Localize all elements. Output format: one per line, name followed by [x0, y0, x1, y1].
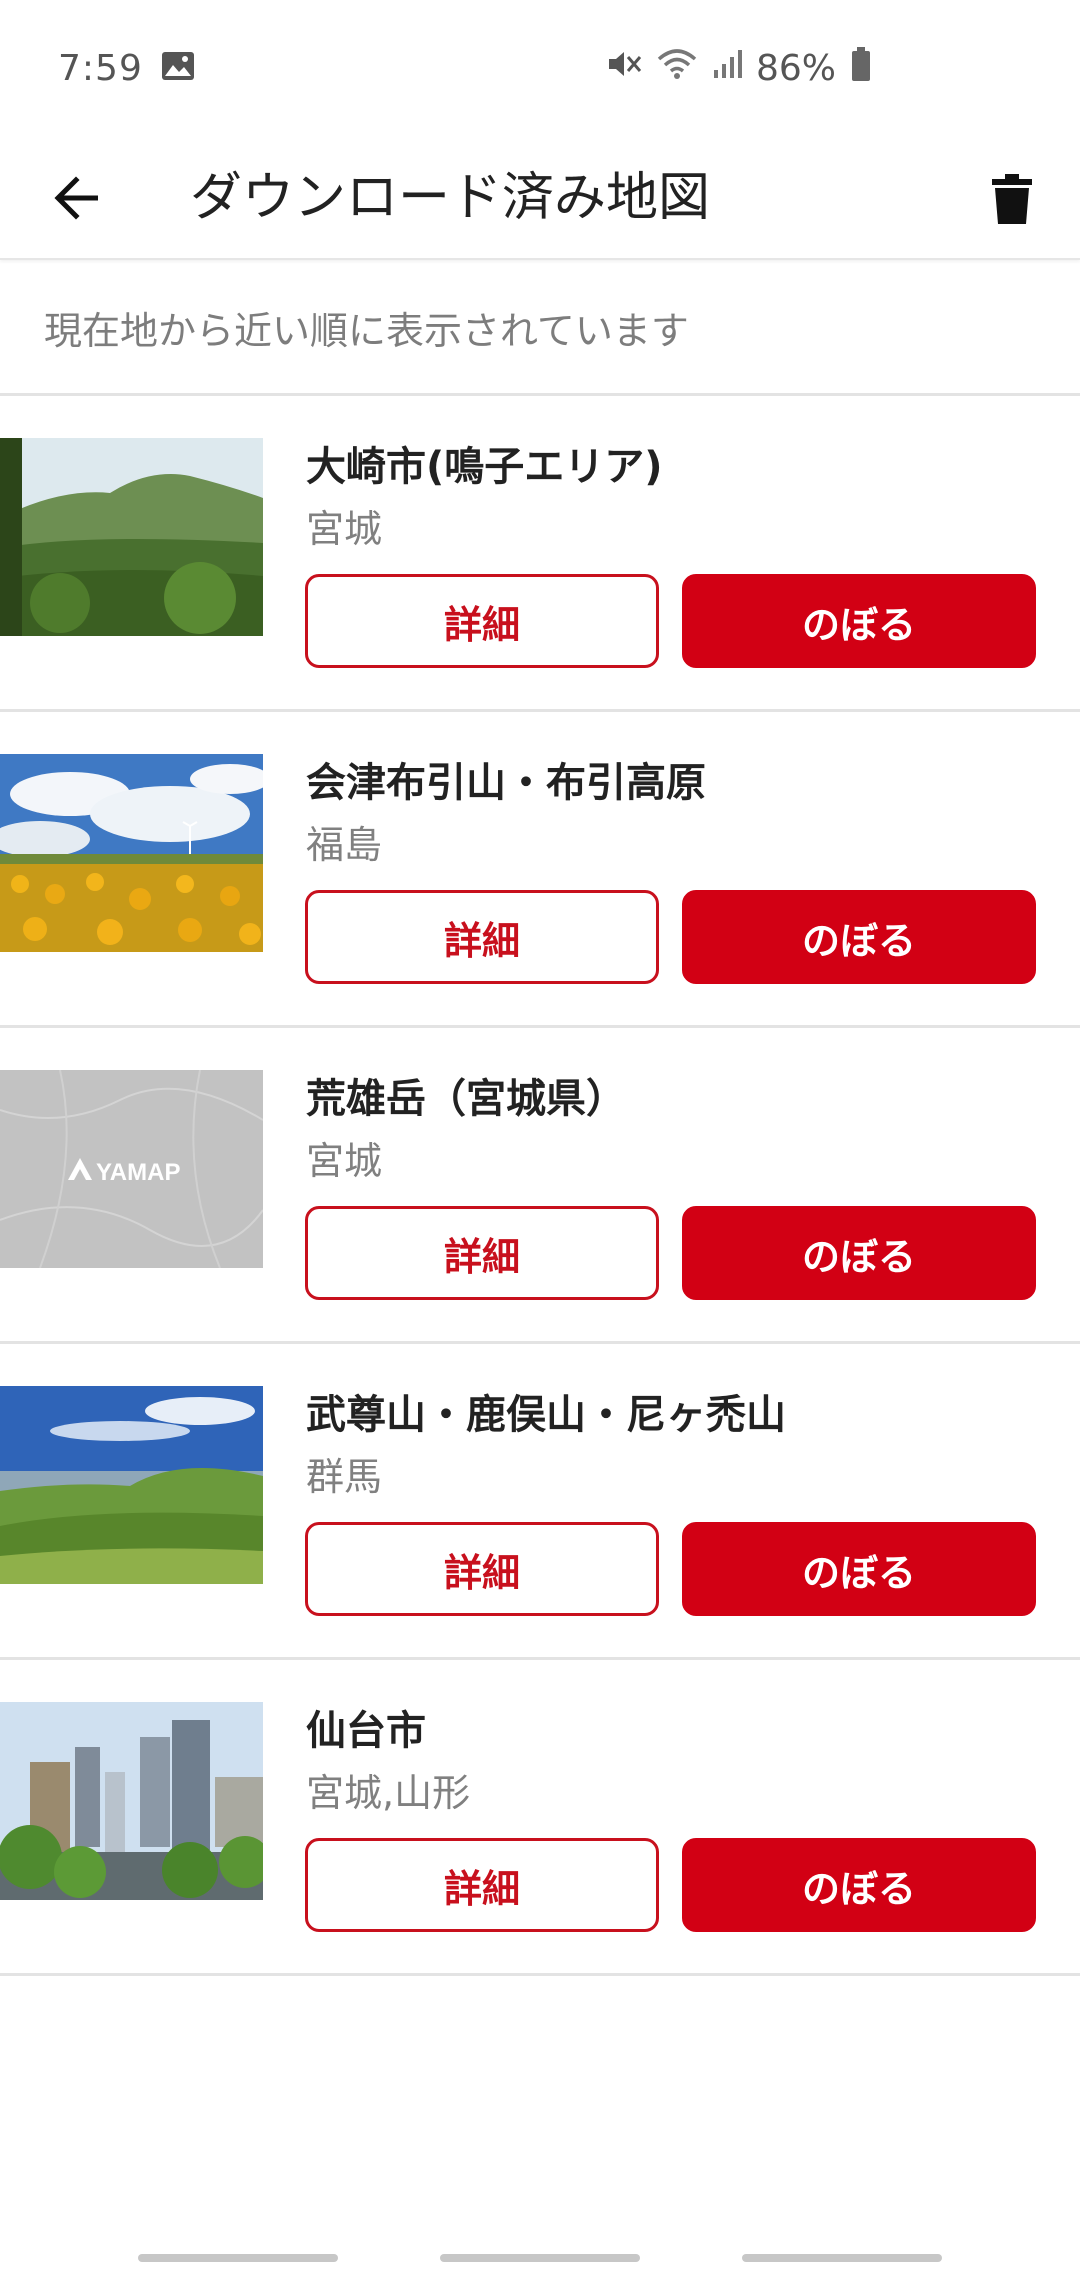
detail-button[interactable]: 詳細 — [305, 890, 659, 984]
mute-icon — [606, 47, 642, 90]
status-time: 7:59 — [58, 47, 143, 89]
list-item: 会津布引山・布引高原 福島 詳細 のぼる — [0, 712, 1080, 1028]
nav-home-button[interactable] — [440, 2254, 640, 2262]
signal-icon — [712, 48, 742, 89]
map-thumbnail[interactable] — [0, 1386, 263, 1584]
map-thumbnail[interactable]: YAMAP — [0, 1070, 263, 1268]
list-item: 仙台市 宮城,山形 詳細 のぼる — [0, 1660, 1080, 1976]
map-prefecture: 宮城,山形 — [306, 1771, 471, 1815]
map-name: 大崎市(鳴子エリア) — [306, 444, 663, 490]
yamap-logo-text: YAMAP — [96, 1159, 180, 1186]
map-prefecture: 群馬 — [306, 1455, 383, 1499]
map-prefecture: 宮城 — [306, 1139, 383, 1183]
status-bar: 7:59 86% — [0, 0, 1080, 136]
system-nav-bar — [0, 2230, 1080, 2280]
detail-button[interactable]: 詳細 — [305, 1838, 659, 1932]
sort-notice-text: 現在地から近い順に表示されています — [44, 309, 689, 353]
list-item: YAMAP 荒雄岳（宮城県） 宮城 詳細 のぼる — [0, 1028, 1080, 1344]
map-name: 荒雄岳（宮城県） — [306, 1076, 626, 1122]
climb-button[interactable]: のぼる — [682, 574, 1036, 668]
app-bar: ダウンロード済み地図 — [0, 136, 1080, 260]
detail-button[interactable]: 詳細 — [305, 1522, 659, 1616]
climb-button[interactable]: のぼる — [682, 1206, 1036, 1300]
map-prefecture: 宮城 — [306, 507, 383, 551]
battery-text: 86% — [755, 47, 836, 89]
map-thumbnail[interactable] — [0, 438, 263, 636]
downloaded-map-list: 大崎市(鳴子エリア) 宮城 詳細 のぼる 会津布引山・布引高原 福島 詳細 のぼ… — [0, 396, 1080, 1976]
climb-button[interactable]: のぼる — [682, 1522, 1036, 1616]
detail-button[interactable]: 詳細 — [305, 1206, 659, 1300]
back-arrow-icon[interactable] — [44, 166, 108, 230]
map-thumbnail[interactable] — [0, 754, 263, 952]
wifi-icon — [656, 47, 698, 90]
climb-button[interactable]: のぼる — [682, 890, 1036, 984]
map-name: 武尊山・鹿俣山・尼ヶ禿山 — [306, 1392, 786, 1438]
nav-recents-button[interactable] — [138, 2254, 338, 2262]
list-item: 武尊山・鹿俣山・尼ヶ禿山 群馬 詳細 のぼる — [0, 1344, 1080, 1660]
detail-button[interactable]: 詳細 — [305, 574, 659, 668]
nav-back-button[interactable] — [742, 2254, 942, 2262]
map-name: 仙台市 — [306, 1708, 426, 1754]
list-item: 大崎市(鳴子エリア) 宮城 詳細 のぼる — [0, 396, 1080, 712]
map-thumbnail[interactable] — [0, 1702, 263, 1900]
climb-button[interactable]: のぼる — [682, 1838, 1036, 1932]
page-title: ダウンロード済み地図 — [190, 168, 711, 228]
map-name: 会津布引山・布引高原 — [306, 760, 706, 806]
sort-notice: 現在地から近い順に表示されています — [0, 262, 1080, 396]
trash-icon[interactable] — [980, 164, 1044, 234]
battery-icon — [850, 46, 872, 91]
map-prefecture: 福島 — [306, 823, 383, 867]
image-icon — [161, 51, 195, 85]
